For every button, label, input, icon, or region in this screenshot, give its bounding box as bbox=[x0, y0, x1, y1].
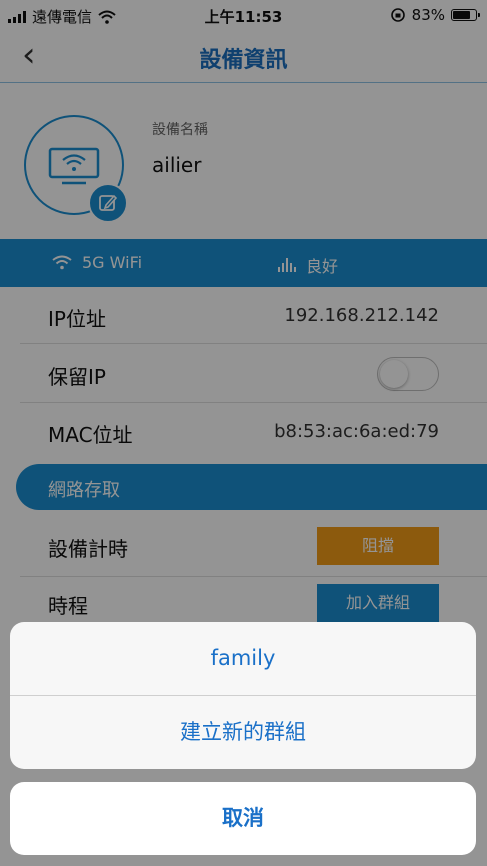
cancel-button[interactable]: 取消 bbox=[10, 782, 476, 855]
option-create-group[interactable]: 建立新的群組 bbox=[10, 696, 476, 769]
group-action-sheet: family 建立新的群組 bbox=[10, 622, 476, 769]
device-info-screen: 遠傳電信 上午11:53 83% ‹ 設備資訊 設備名稱 ailier 5G W… bbox=[0, 0, 487, 866]
option-family[interactable]: family bbox=[10, 622, 476, 695]
